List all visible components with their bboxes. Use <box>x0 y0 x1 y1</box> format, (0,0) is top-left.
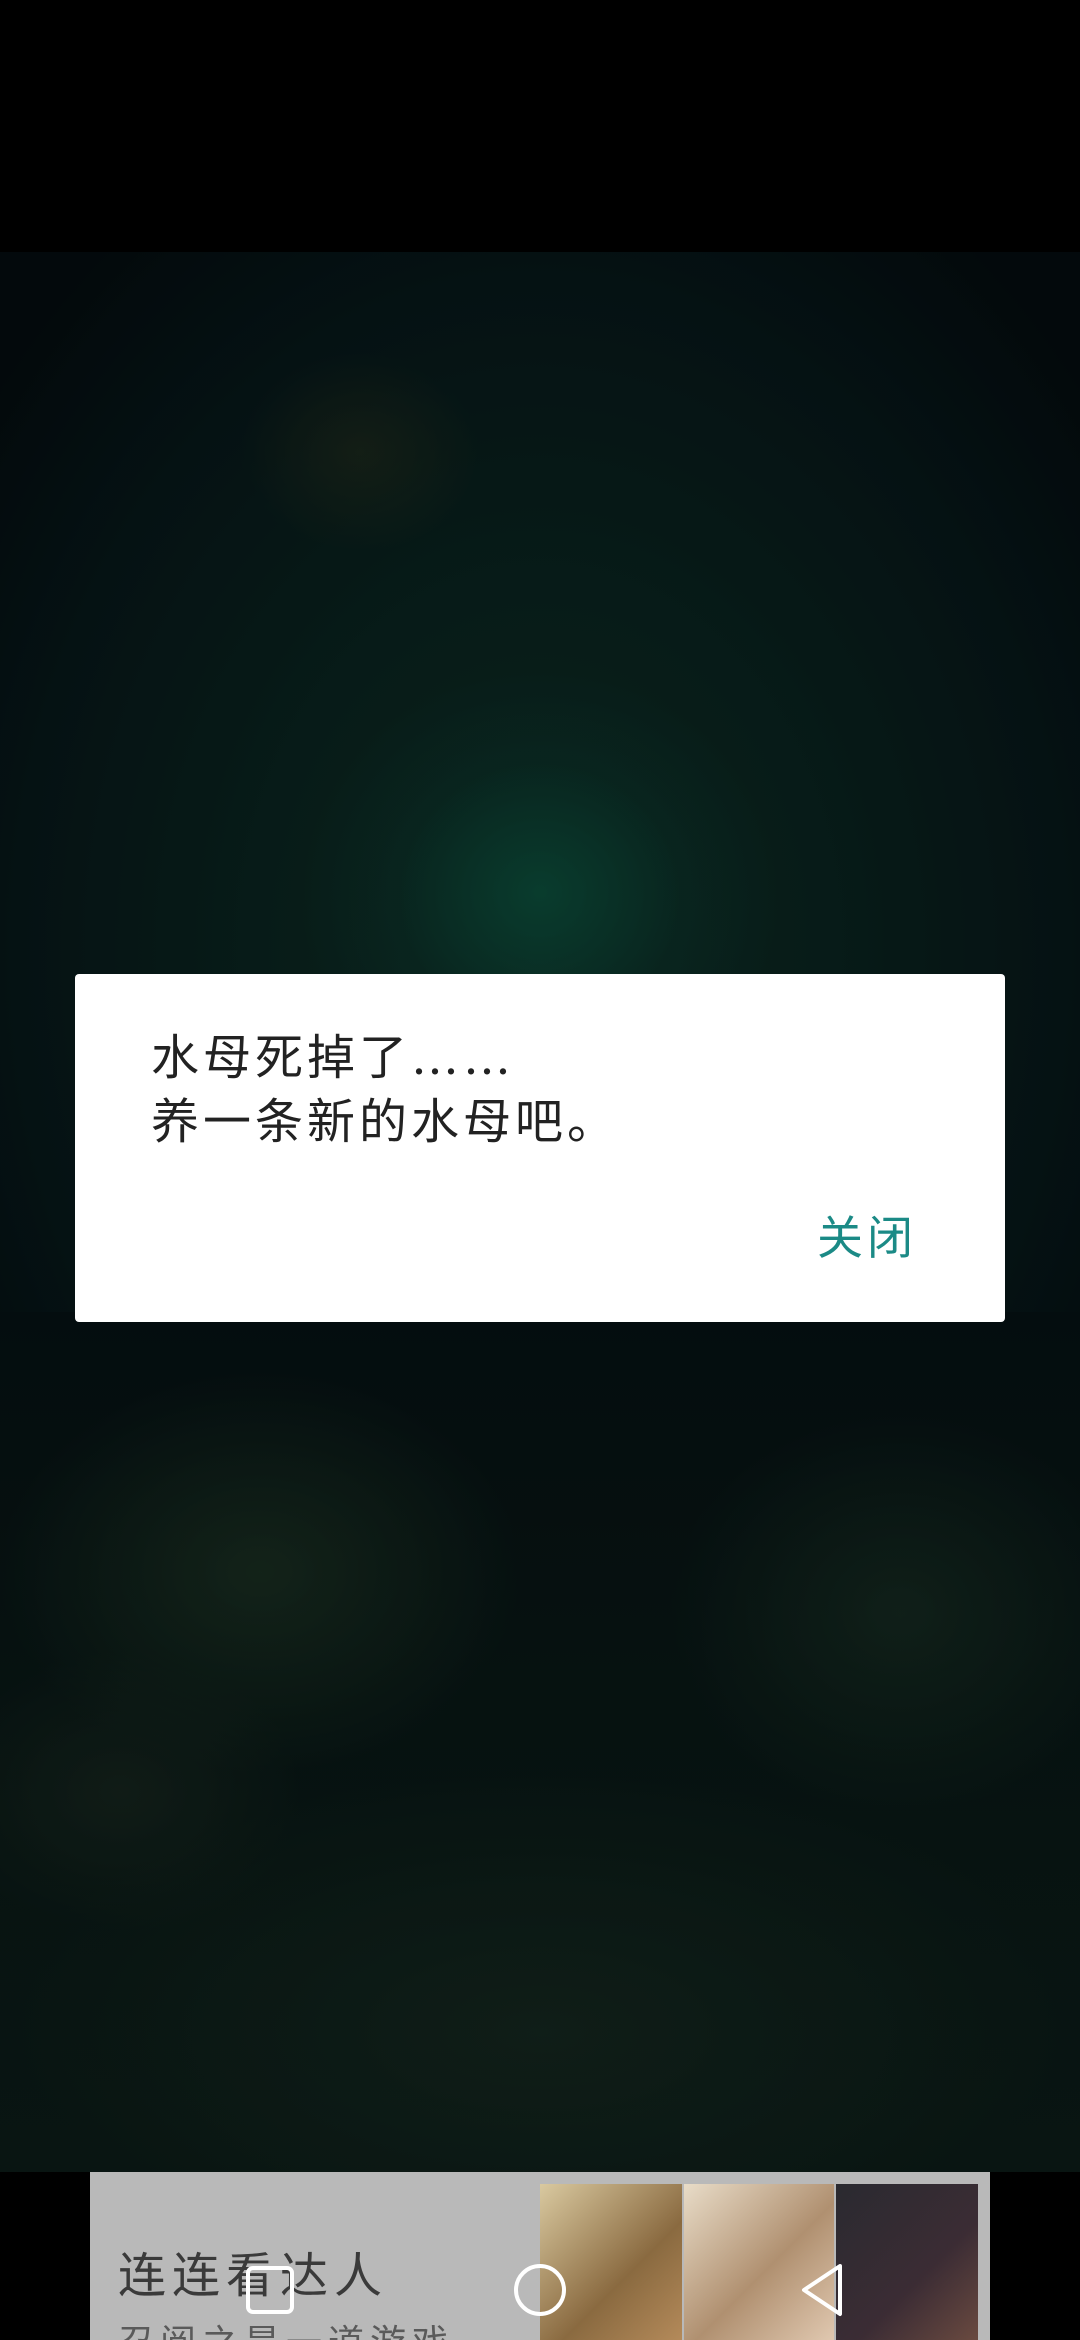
jellyfish-dead-dialog: 水母死掉了…… 养一条新的水母吧。 关闭 <box>75 974 1005 1322</box>
dialog-message-line-1: 水母死掉了…… <box>151 1030 516 1086</box>
home-icon[interactable] <box>508 2258 572 2322</box>
dialog-message-line-2: 养一条新的水母吧。 <box>151 1094 620 1150</box>
recent-apps-icon[interactable] <box>238 2258 302 2322</box>
dialog-message: 水母死掉了…… 养一条新的水母吧。 <box>151 1026 931 1154</box>
navigation-bar <box>0 2236 1080 2340</box>
close-button[interactable]: 关闭 <box>809 1200 925 1270</box>
back-icon[interactable] <box>790 2258 854 2322</box>
